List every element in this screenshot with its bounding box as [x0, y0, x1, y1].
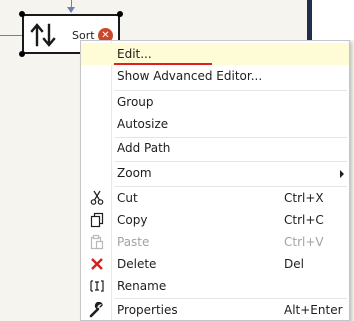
menu-item-delete[interactable]: Delete Del [81, 253, 349, 275]
menu-item-zoom[interactable]: Zoom [81, 162, 349, 184]
selection-handle-bottom-left[interactable] [19, 51, 25, 57]
copy-icon [90, 212, 104, 228]
menu-item-paste[interactable]: Paste Ctrl+V [81, 231, 349, 253]
sort-arrows-icon [30, 23, 56, 47]
menu-item-group[interactable]: Group [81, 91, 349, 113]
scissors-icon [90, 190, 104, 205]
incoming-path-arrowhead [67, 7, 75, 13]
context-menu: Edit... Show Advanced Editor... Group Au… [80, 40, 350, 321]
canvas-right-panel [312, 0, 354, 40]
menu-item-show-advanced-editor[interactable]: Show Advanced Editor... [81, 65, 349, 87]
menu-item-copy[interactable]: Copy Ctrl+C [81, 209, 349, 231]
delete-x-icon [91, 258, 103, 270]
menu-item-add-path[interactable]: Add Path [81, 137, 349, 159]
menu-item-cut[interactable]: Cut Ctrl+X [81, 187, 349, 209]
rename-icon [90, 280, 104, 292]
menu-item-properties[interactable]: Properties Alt+Enter [81, 299, 349, 321]
selection-handle-top-left[interactable] [19, 11, 25, 17]
menu-item-rename[interactable]: Rename [81, 275, 349, 297]
selection-handle-top-right[interactable] [117, 11, 123, 17]
paste-icon [90, 234, 104, 250]
panel-divider [307, 0, 312, 40]
menu-item-edit[interactable]: Edit... [81, 43, 349, 65]
submenu-arrow-icon [340, 170, 344, 178]
path-line-left [0, 35, 22, 36]
menu-item-autosize[interactable]: Autosize [81, 113, 349, 135]
wrench-icon [89, 302, 103, 318]
